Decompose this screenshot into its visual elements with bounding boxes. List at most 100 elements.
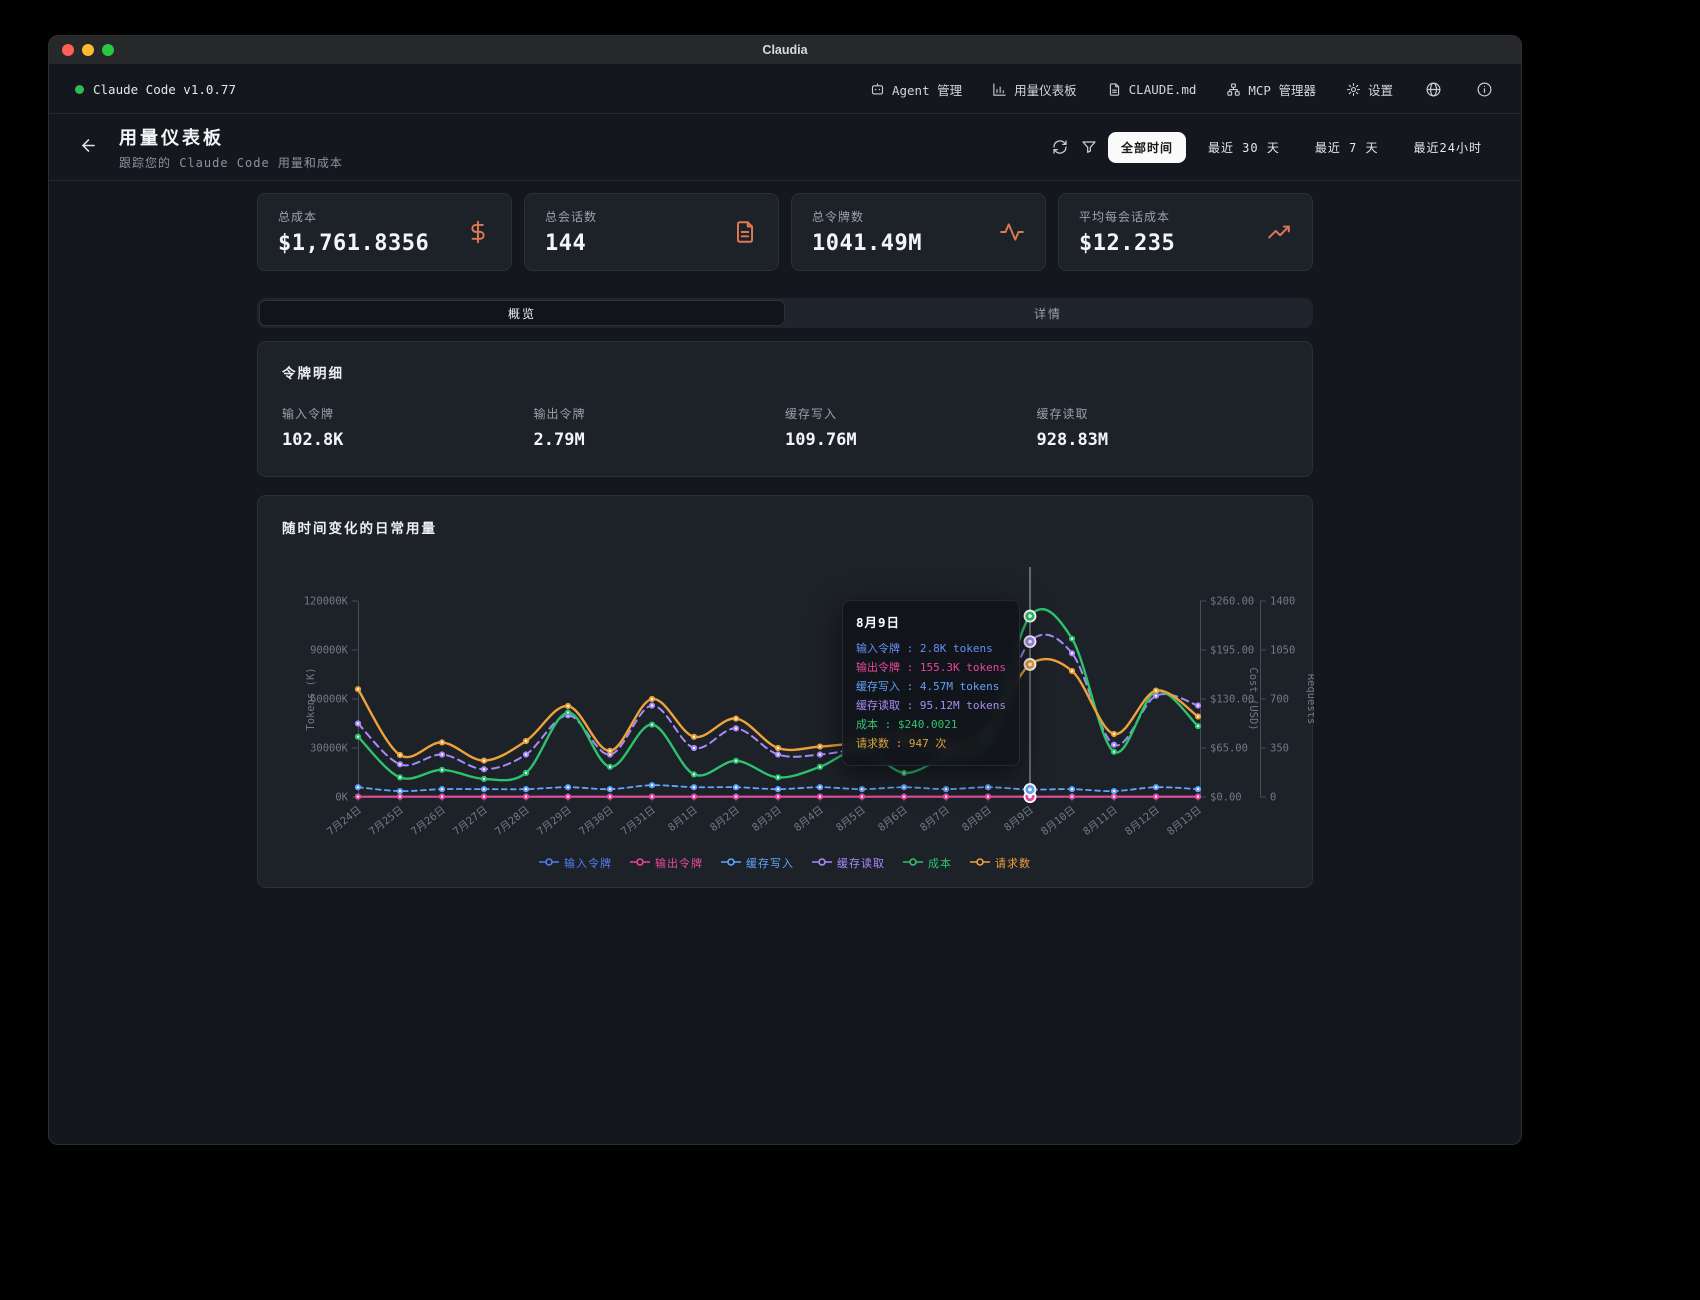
chart-tooltip: 8月9日 输入令牌 : 2.8K tokens输出令牌 : 155.3K tok… (842, 600, 1020, 766)
refresh-button[interactable] (1050, 137, 1070, 157)
nav-mcp-label: MCP 管理器 (1248, 80, 1316, 99)
legend-item-3[interactable]: 缓存读取 (812, 855, 885, 871)
window-titlebar: Claudia (49, 36, 1521, 65)
filter-button[interactable] (1079, 137, 1099, 157)
nav-mcp-manager[interactable]: MCP 管理器 (1226, 80, 1316, 99)
legend-marker (539, 857, 559, 870)
svg-text:8月1日: 8月1日 (666, 804, 700, 834)
close-window-button[interactable] (62, 44, 74, 56)
stat-card-total-sessions: 总会话数 144 (524, 193, 779, 271)
traffic-lights (62, 36, 114, 64)
svg-text:1050: 1050 (1270, 645, 1295, 657)
svg-text:8月7日: 8月7日 (918, 804, 952, 834)
filter-last-24-hours[interactable]: 最近24小时 (1401, 132, 1495, 163)
svg-text:8月12日: 8月12日 (1123, 804, 1162, 838)
legend-item-0[interactable]: 输入令牌 (539, 855, 612, 871)
app-version-label: Claude Code v1.0.77 (93, 82, 236, 97)
refresh-icon (1052, 139, 1068, 155)
token-grid: 输入令牌 102.8K 输出令牌 2.79M 缓存写入 109.76M 缓存读取… (282, 405, 1288, 450)
filter-all-time[interactable]: 全部时间 (1108, 132, 1186, 163)
legend-item-1[interactable]: 输出令牌 (630, 855, 703, 871)
main-content: 总成本 $1,761.8356 总会话数 144 总令牌数 1041.49M (257, 193, 1313, 888)
svg-text:90000K: 90000K (310, 645, 349, 657)
token-item-cache-write: 缓存写入 109.76M (785, 405, 1037, 450)
token-label: 缓存读取 (1037, 405, 1289, 422)
svg-text:8月3日: 8月3日 (750, 804, 784, 834)
daily-usage-card: 随时间变化的日常用量 0K30000K60000K90000K120000KTo… (257, 495, 1313, 888)
chart-title: 随时间变化的日常用量 (282, 517, 1312, 537)
chart-legend: 输入令牌 输出令牌 缓存写入 缓存读取 成本 请求数 (258, 855, 1312, 871)
tooltip-date: 8月9日 (856, 612, 1006, 631)
stat-label: 总令牌数 (812, 208, 922, 225)
svg-text:30000K: 30000K (310, 743, 349, 755)
tab-overview[interactable]: 概览 (259, 300, 785, 326)
status-dot (75, 85, 84, 94)
trend-up-icon (1266, 219, 1292, 245)
legend-label: 请求数 (995, 855, 1031, 871)
usage-chart-svg[interactable]: 0K30000K60000K90000K120000KTokens (K)$0.… (258, 543, 1314, 853)
activity-icon (999, 219, 1025, 245)
info-button[interactable] (1474, 79, 1495, 100)
nav-settings-label: 设置 (1368, 80, 1393, 99)
token-value: 102.8K (282, 430, 534, 450)
stat-label: 总成本 (278, 208, 429, 225)
dollar-icon (465, 219, 491, 245)
legend-label: 输入令牌 (564, 855, 612, 871)
legend-item-4[interactable]: 成本 (903, 855, 952, 871)
svg-text:1400: 1400 (1270, 596, 1295, 608)
page-header: 用量仪表板 跟踪您的 Claude Code 用量和成本 全部时间 最近 30 … (49, 114, 1521, 181)
svg-text:120000K: 120000K (304, 596, 349, 608)
back-button[interactable] (75, 132, 102, 162)
nav-settings[interactable]: 设置 (1346, 80, 1393, 99)
svg-text:Tokens (K): Tokens (K) (305, 667, 317, 730)
token-label: 输出令牌 (534, 405, 786, 422)
robot-icon (870, 82, 885, 97)
minimize-window-button[interactable] (82, 44, 94, 56)
svg-text:350: 350 (1270, 743, 1289, 755)
legend-item-2[interactable]: 缓存写入 (721, 855, 794, 871)
filter-last-30-days[interactable]: 最近 30 天 (1195, 132, 1293, 163)
token-value: 928.83M (1037, 430, 1289, 450)
tooltip-row-3: 缓存读取 : 95.12M tokens (856, 696, 1006, 715)
tooltip-row-5: 请求数 : 947 次 (856, 734, 1006, 753)
legend-item-5[interactable]: 请求数 (970, 855, 1031, 871)
app-brand: Claude Code v1.0.77 (75, 82, 236, 97)
token-label: 输入令牌 (282, 405, 534, 422)
svg-text:8月4日: 8月4日 (792, 804, 826, 834)
nav-agents[interactable]: Agent 管理 (870, 80, 962, 99)
token-item-output: 输出令牌 2.79M (534, 405, 786, 450)
svg-text:7月24日: 7月24日 (325, 804, 364, 838)
token-value: 2.79M (534, 430, 786, 450)
legend-label: 缓存读取 (837, 855, 885, 871)
tooltip-row-0: 输入令牌 : 2.8K tokens (856, 639, 1006, 658)
nav-agents-label: Agent 管理 (892, 80, 962, 99)
legend-label: 成本 (928, 855, 952, 871)
legend-marker (903, 857, 923, 870)
app-header: Claude Code v1.0.77 Agent 管理 用量仪表板 CLAUD… (49, 65, 1521, 114)
stat-card-avg-cost-per-session: 平均每会话成本 $12.235 (1058, 193, 1313, 271)
stat-value: $12.235 (1079, 231, 1175, 256)
token-item-input: 输入令牌 102.8K (282, 405, 534, 450)
maximize-window-button[interactable] (102, 44, 114, 56)
svg-text:7月27日: 7月27日 (451, 804, 490, 838)
nav-usage-dashboard[interactable]: 用量仪表板 (992, 80, 1077, 99)
svg-text:Requests: Requests (1305, 674, 1314, 725)
view-tabs: 概览 详情 (257, 298, 1313, 328)
svg-text:8月2日: 8月2日 (708, 804, 742, 834)
svg-text:8月10日: 8月10日 (1039, 804, 1078, 838)
svg-text:700: 700 (1270, 694, 1289, 706)
token-item-cache-read: 缓存读取 928.83M (1037, 405, 1289, 450)
tab-details[interactable]: 详情 (785, 300, 1311, 326)
stat-card-total-tokens: 总令牌数 1041.49M (791, 193, 1046, 271)
filter-last-7-days[interactable]: 最近 7 天 (1302, 132, 1392, 163)
stat-label: 总会话数 (545, 208, 597, 225)
document-icon (1107, 82, 1122, 97)
nav-claude-md[interactable]: CLAUDE.md (1107, 82, 1197, 97)
svg-text:$0.00: $0.00 (1210, 792, 1242, 804)
svg-text:8月8日: 8月8日 (960, 804, 994, 834)
network-icon (1226, 82, 1241, 97)
stat-label: 平均每会话成本 (1079, 208, 1175, 225)
svg-text:8月6日: 8月6日 (876, 804, 910, 834)
globe-button[interactable] (1423, 79, 1444, 100)
nav-usage-label: 用量仪表板 (1014, 80, 1077, 99)
